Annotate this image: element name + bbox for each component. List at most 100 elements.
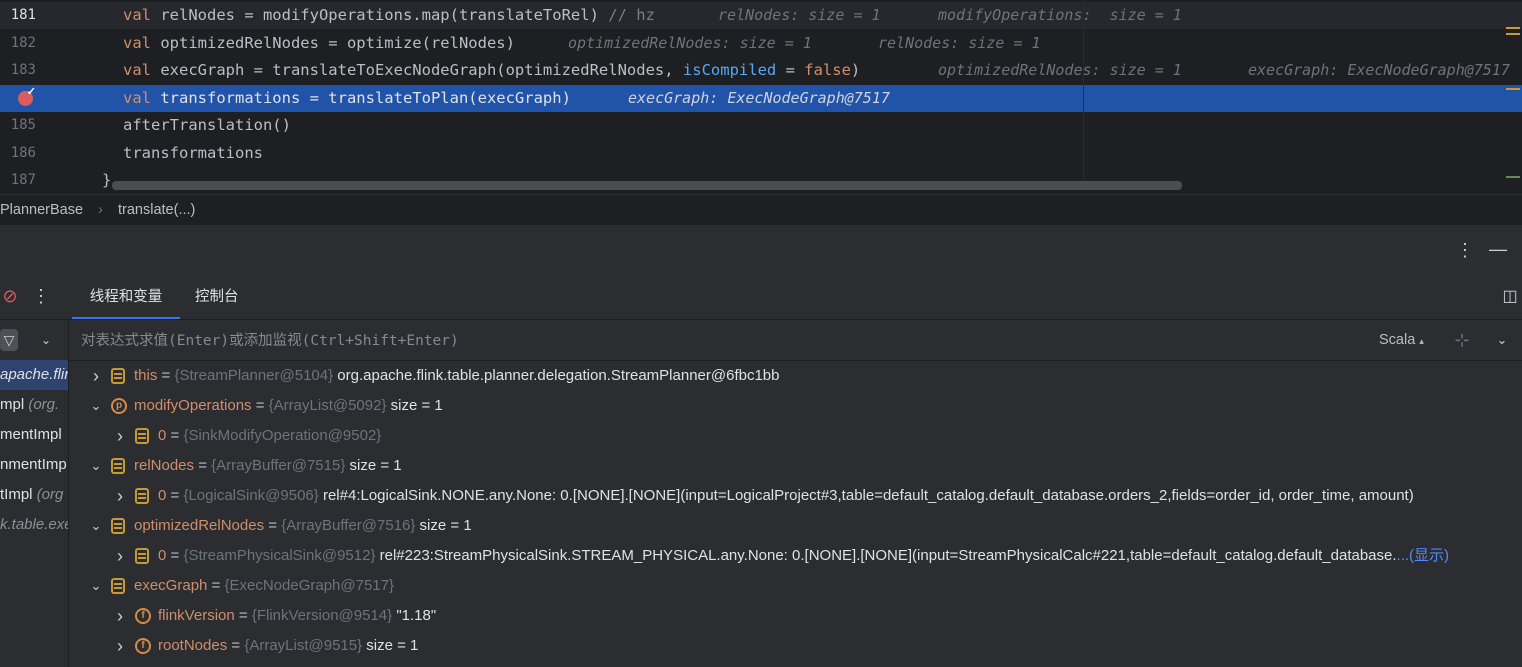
variable-row[interactable]: › f flinkVersion = {FlinkVersion@9514} "1.… <box>69 601 1522 631</box>
variable-text: optimizedRelNodes = {ArrayBuffer@7516} s… <box>134 511 472 541</box>
stack-frame-method: apache.flink. <box>0 366 68 383</box>
variable-row[interactable]: › this = {StreamPlanner@5104} org.apache.… <box>69 361 1522 391</box>
code-text[interactable]: transformations <box>123 140 263 167</box>
code-line[interactable]: 181 val relNodes = modifyOperations.map(t… <box>0 2 1522 29</box>
variable-value: size = 1 <box>362 637 419 654</box>
variable-text: 0 = {StreamPhysicalSink@9512} rel#223:St… <box>158 541 1449 571</box>
stack-frame[interactable]: mpl (org. <box>0 390 68 420</box>
code-text[interactable]: val transformations = translateToPlan(ex… <box>123 85 571 112</box>
expand-icon[interactable]: › <box>89 361 103 391</box>
show-more-link[interactable]: ...(显示) <box>1397 547 1450 564</box>
code-token: val <box>123 6 161 24</box>
layout-icon[interactable]: ◫ <box>1500 287 1520 307</box>
variable-value: rel#4:LogicalSink.NONE.any.None: 0.[NONE… <box>318 487 1414 504</box>
code-text[interactable]: } <box>102 167 111 194</box>
more-icon[interactable]: ⋮ <box>1455 240 1475 260</box>
breadcrumb-method[interactable]: translate(...) <box>118 195 195 225</box>
stack-frame-package: (org <box>36 486 64 503</box>
add-watch-icon[interactable]: ⊹ <box>1452 330 1472 350</box>
expand-icon[interactable]: › <box>113 541 127 571</box>
collapse-icon[interactable]: ⌄ <box>89 511 103 541</box>
variable-value: size = 1 <box>345 457 402 474</box>
code-token: isCompiled <box>682 61 777 79</box>
inline-value-hint: modifyOperations: size = 1 <box>938 6 1182 24</box>
variable-text: execGraph = {ExecNodeGraph@7517} <box>134 571 394 601</box>
expand-icon[interactable]: › <box>113 601 127 631</box>
chevron-down-icon[interactable]: ⌄ <box>38 330 54 350</box>
variable-equals: = <box>166 487 184 504</box>
variable-type: {FlinkVersion@9514} <box>251 607 393 624</box>
code-line[interactable]: 185 afterTranslation() <box>0 112 1522 139</box>
minimize-icon[interactable]: — <box>1488 239 1508 259</box>
language-selector[interactable]: Scala ▴ <box>1379 320 1424 361</box>
inline-value-hint: execGraph: ExecNodeGraph@7517 <box>628 88 890 107</box>
line-number: 185 <box>10 117 36 133</box>
variable-equals: = <box>166 547 184 564</box>
stack-frame-method: nmentImp <box>0 456 67 473</box>
code-token: // hz <box>608 6 655 24</box>
breadcrumb-separator: › <box>98 202 103 218</box>
evaluate-expression-input[interactable] <box>79 326 1333 356</box>
breadcrumb-class[interactable]: PlannerBase <box>0 195 83 225</box>
variable-row[interactable]: ⌄ optimizedRelNodes = {ArrayBuffer@7516} … <box>69 511 1522 541</box>
error-stripe-mark[interactable] <box>1506 88 1520 90</box>
code-token: optimizedRelNodes = optimize(relNodes) <box>160 33 515 52</box>
stack-frame[interactable]: nmentImp <box>0 450 68 480</box>
debug-tool-window: ⋮ — ⊘ ⋮ 线程和变量 控制台 ◫ ▽ ⌄ apache.flink. mpl… <box>0 225 1522 667</box>
expand-icon[interactable]: › <box>113 631 127 661</box>
variables-tree[interactable]: › this = {StreamPlanner@5104} org.apache.… <box>69 361 1522 667</box>
inline-value-hint: execGraph: ExecNodeGraph@7517 <box>1248 61 1510 79</box>
code-line[interactable]: 182 val optimizedRelNodes = optimize(relN… <box>0 30 1522 57</box>
error-stripe-mark[interactable] <box>1506 176 1520 178</box>
variable-row[interactable]: › 0 = {SinkModifyOperation@9502} <box>69 421 1522 451</box>
stack-frame[interactable]: tImpl (org <box>0 480 68 510</box>
code-line[interactable]: 183 val execGraph = translateToExecNodeGr… <box>0 57 1522 84</box>
breakpoint-icon[interactable] <box>18 85 36 106</box>
variable-row[interactable]: ⌄ relNodes = {ArrayBuffer@7515} size = 1 <box>69 451 1522 481</box>
expand-icon[interactable]: ⌄ <box>1493 330 1511 350</box>
variable-type: {StreamPhysicalSink@9512} <box>183 547 376 564</box>
variable-type: {ArrayList@5092} <box>268 397 387 414</box>
inline-value-hint: optimizedRelNodes: size = 1 <box>938 61 1182 79</box>
code-text[interactable]: val relNodes = modifyOperations.map(tran… <box>123 2 655 29</box>
mute-breakpoints-icon[interactable]: ⊘ <box>0 286 20 306</box>
variable-name: this <box>134 367 158 384</box>
collapse-icon[interactable]: ⌄ <box>89 451 103 481</box>
code-token: val <box>123 61 161 79</box>
variable-row[interactable]: › f rootNodes = {ArrayList@9515} size = 1 <box>69 631 1522 661</box>
collapse-icon[interactable]: ⌄ <box>89 571 103 601</box>
code-text[interactable]: val optimizedRelNodes = optimize(relNode… <box>123 30 515 57</box>
code-token: transformations = translateToPlan(execGr… <box>160 88 571 107</box>
error-stripe-mark[interactable] <box>1506 27 1520 29</box>
tab-console[interactable]: 控制台 <box>195 275 239 317</box>
expand-icon[interactable]: › <box>113 421 127 451</box>
variable-name: flinkVersion <box>158 607 235 624</box>
code-token: = <box>776 61 805 79</box>
filter-icon[interactable]: ▽ <box>0 329 18 351</box>
more-icon[interactable]: ⋮ <box>31 286 51 306</box>
variable-row[interactable]: ⌄ execGraph = {ExecNodeGraph@7517} <box>69 571 1522 601</box>
variable-type: {SinkModifyOperation@9502} <box>183 427 382 444</box>
code-editor[interactable]: 181 val relNodes = modifyOperations.map(t… <box>0 0 1522 194</box>
code-text[interactable]: val execGraph = translateToExecNodeGraph… <box>123 57 860 84</box>
code-text[interactable]: afterTranslation() <box>123 112 291 139</box>
variable-text: 0 = {SinkModifyOperation@9502} <box>158 421 381 451</box>
variable-row[interactable]: › 0 = {StreamPhysicalSink@9512} rel#223:S… <box>69 541 1522 571</box>
evaluate-expression-bar: Scala ▴ ⊹ ⌄ <box>69 320 1522 361</box>
variable-row[interactable]: › 0 = {LogicalSink@9506} rel#4:LogicalSin… <box>69 481 1522 511</box>
stack-frame[interactable]: apache.flink. <box>0 360 68 390</box>
stack-frame[interactable]: k.table.exe <box>0 510 68 540</box>
code-token: val <box>123 88 161 107</box>
collapse-icon[interactable]: ⌄ <box>89 391 103 421</box>
editor-horizontal-scrollbar[interactable] <box>112 181 1182 190</box>
tab-threads-variables[interactable]: 线程和变量 <box>72 275 180 319</box>
code-line[interactable]: 186 transformations <box>0 140 1522 167</box>
execution-point-line[interactable]: val transformations = translateToPlan(ex… <box>0 84 1522 112</box>
variable-row[interactable]: ⌄ p modifyOperations = {ArrayList@5092} si… <box>69 391 1522 421</box>
line-number: 183 <box>10 62 36 78</box>
expand-icon[interactable]: › <box>113 481 127 511</box>
error-stripe-mark[interactable] <box>1506 33 1520 35</box>
frames-list[interactable]: ▽ ⌄ apache.flink. mpl (org. mentImpl nmentI… <box>0 320 69 667</box>
line-number: 187 <box>10 172 36 188</box>
stack-frame[interactable]: mentImpl <box>0 420 68 450</box>
